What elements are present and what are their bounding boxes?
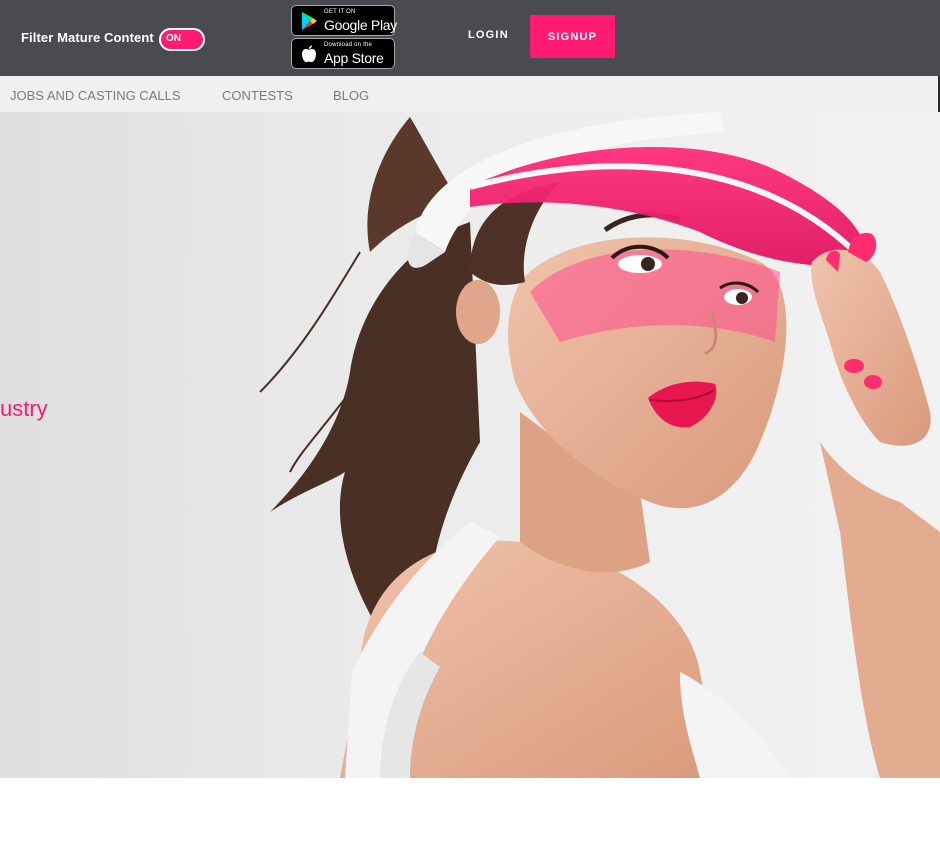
nav-item-contests[interactable]: CONTESTS (222, 88, 293, 103)
top-bar: Filter Mature Content ON GET IT ON Googl… (0, 0, 940, 76)
signup-button[interactable]: SIGNUP (530, 15, 615, 58)
nav-item-blog[interactable]: BLOG (333, 88, 369, 103)
filter-mature-content-label: Filter Mature Content (21, 30, 154, 45)
apple-icon (302, 45, 316, 63)
hero-tagline: ustry (0, 396, 48, 421)
app-store-small-text: Download on the (324, 42, 373, 48)
google-play-icon (302, 12, 317, 30)
main-nav: JOBS AND CASTING CALLS CONTESTS BLOG (0, 76, 940, 112)
app-store-badge[interactable]: Download on the App Store (291, 38, 395, 69)
google-play-badge[interactable]: GET IT ON Google Play (291, 5, 397, 36)
toggle-knob (186, 32, 201, 47)
hero-model-image (259, 112, 940, 778)
google-play-small-text: GET IT ON (324, 9, 356, 15)
hero-banner: ustry (0, 112, 940, 778)
nav-item-jobs-and-casting-calls[interactable]: JOBS AND CASTING CALLS (10, 88, 181, 103)
toggle-state-label: ON (166, 33, 181, 44)
google-play-big-text: Google Play (324, 17, 397, 33)
login-link[interactable]: LOGIN (468, 29, 509, 41)
app-store-big-text: App Store (324, 50, 384, 66)
mature-content-toggle[interactable]: ON (159, 28, 205, 51)
